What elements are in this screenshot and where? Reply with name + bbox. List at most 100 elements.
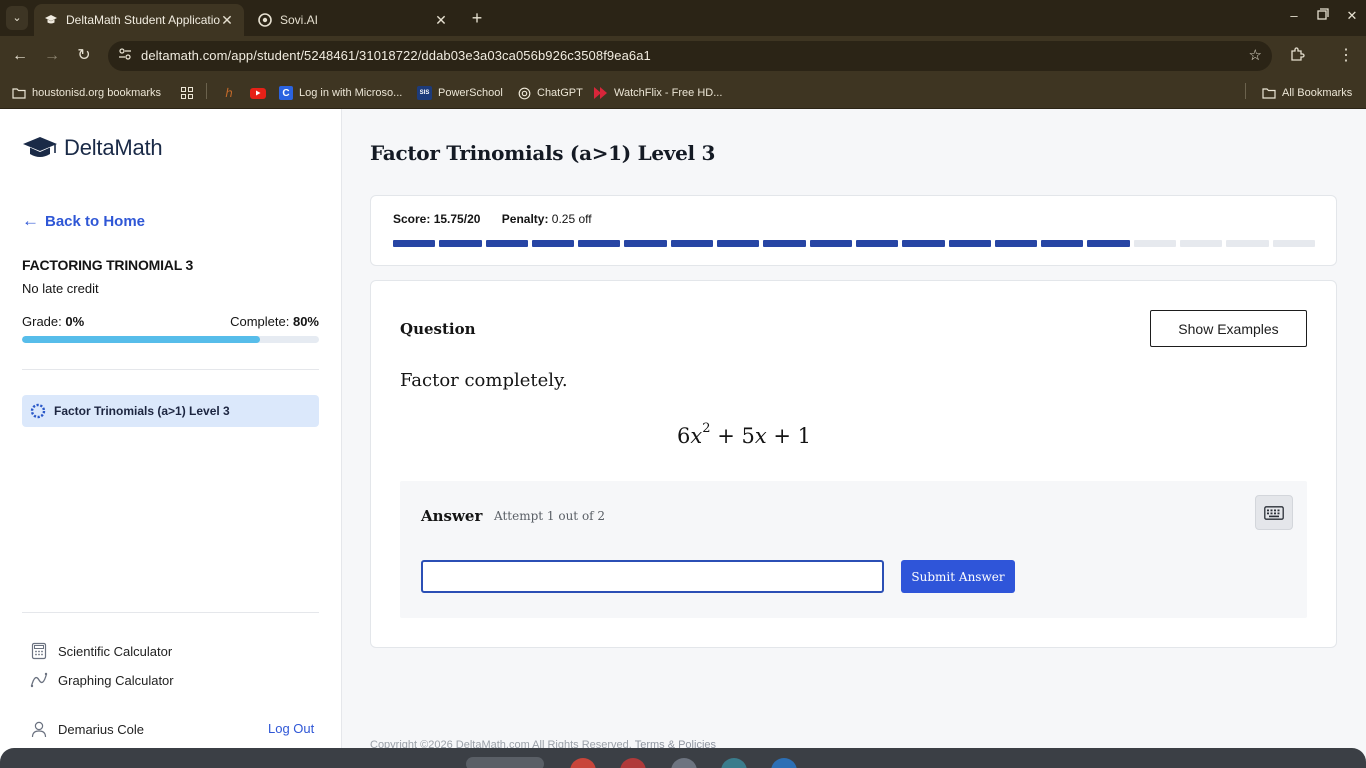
back-link-label: Back to Home	[45, 212, 146, 230]
late-credit-note: No late credit	[22, 281, 99, 296]
question-label: Question	[400, 320, 476, 338]
score-progress-segment	[855, 240, 899, 247]
extensions-icon[interactable]	[1287, 46, 1307, 66]
reload-icon[interactable]: ↻	[74, 46, 94, 66]
graduation-cap-icon	[23, 137, 57, 157]
math-expression: 6x2 + 5x + 1	[677, 421, 811, 448]
site-info-icon[interactable]	[116, 47, 134, 65]
score-progress-segment	[531, 240, 575, 247]
score-progress-segment	[1087, 240, 1130, 247]
close-tab-icon[interactable]: ✕	[434, 12, 448, 29]
close-tab-icon[interactable]: ✕	[220, 12, 234, 29]
skill-label: Factor Trinomials (a>1) Level 3	[54, 404, 230, 418]
score-progress-segment	[1272, 240, 1315, 247]
taskbar-app-icon[interactable]	[721, 758, 747, 768]
deltamath-logo[interactable]: DeltaMath	[22, 135, 163, 161]
browser-toolbar: ← → ↻ deltamath.com/app/student/5248461/…	[0, 36, 1366, 76]
bookmark-powerschool[interactable]: SIS PowerSchool	[417, 83, 503, 103]
bookmark-label: PowerSchool	[438, 87, 503, 99]
forward-arrow-icon[interactable]: →	[42, 46, 62, 66]
score-progress-segment	[670, 240, 714, 247]
score-progress-segment	[1133, 240, 1177, 247]
score-progress-segment	[485, 240, 528, 247]
browser-menu-icon[interactable]: ⋮	[1336, 46, 1356, 66]
progress-ring-icon	[30, 403, 46, 419]
score-value: 15.75/20	[433, 212, 481, 226]
answer-label: Answer	[421, 507, 483, 525]
show-examples-button[interactable]: Show Examples	[1150, 310, 1307, 347]
taskbar-app-icon[interactable]	[620, 758, 646, 768]
score-progress-segment	[1041, 240, 1084, 247]
tab-title: DeltaMath Student Application	[66, 13, 220, 27]
main-content: Factor Trinomials (a>1) Level 3 Score: 1…	[342, 109, 1366, 768]
back-to-home-link[interactable]: ← Back to Home	[22, 211, 145, 231]
bookmark-watchflix[interactable]: WatchFlix - Free HD...	[594, 83, 722, 103]
penalty-text: Penalty: 0.25 off	[501, 212, 592, 226]
score-card: Score: 15.75/20 Penalty: 0.25 off	[370, 195, 1337, 266]
graphing-calculator-link[interactable]: Graphing Calculator	[30, 671, 174, 689]
taskbar-app-icon[interactable]	[570, 758, 596, 768]
bookmark-llama[interactable]: ℎ	[222, 83, 242, 103]
tab-title: Sovi.AI	[280, 13, 319, 27]
bookmark-label: All Bookmarks	[1282, 87, 1353, 99]
grade-text: Grade: 0%	[22, 314, 85, 329]
tab-deltamath[interactable]: DeltaMath Student Application ✕	[34, 4, 244, 36]
tab-sovi[interactable]: Sovi.AI ✕	[248, 4, 458, 36]
minimize-icon[interactable]: –	[1282, 8, 1306, 23]
bookmark-separator	[1245, 83, 1246, 99]
back-arrow-icon[interactable]: ←	[10, 46, 30, 66]
powerschool-icon: SIS	[417, 86, 432, 100]
bookmark-apps[interactable]	[180, 83, 200, 103]
folder-icon	[12, 86, 26, 100]
bookmark-houstonisd[interactable]: houstonisd.org bookmarks	[12, 83, 161, 103]
submit-answer-button[interactable]: Submit Answer	[901, 560, 1015, 593]
browser-tab-strip: ⌄ DeltaMath Student Application ✕ Sovi.A…	[0, 0, 1366, 36]
llama-icon: ℎ	[225, 86, 233, 100]
answer-area: Answer Attempt 1 out of 2 Submit Answer	[400, 481, 1307, 618]
user-profile[interactable]: Demarius Cole	[30, 720, 144, 738]
tool-label: Scientific Calculator	[58, 643, 173, 659]
bookmarks-bar: houstonisd.org bookmarks ℎ C Log in with…	[0, 76, 1366, 109]
score-progress-segment	[1180, 240, 1223, 247]
chatgpt-icon	[517, 86, 531, 100]
deltamath-favicon-icon	[44, 13, 58, 27]
folder-icon	[1262, 86, 1276, 100]
bookmark-microsoft-login[interactable]: C Log in with Microso...	[279, 83, 402, 103]
bookmark-youtube[interactable]	[250, 83, 272, 103]
divider	[22, 612, 319, 613]
taskbar-search-pill[interactable]	[466, 757, 544, 768]
score-progress-segment	[393, 240, 436, 247]
logout-link[interactable]: Log Out	[268, 721, 314, 736]
answer-input[interactable]	[421, 560, 884, 593]
new-tab-icon[interactable]: +	[466, 7, 488, 29]
apps-grid-icon	[180, 86, 194, 100]
math-keyboard-button[interactable]	[1255, 495, 1293, 530]
all-bookmarks[interactable]: All Bookmarks	[1262, 83, 1352, 103]
youtube-icon	[250, 87, 266, 99]
tab-search-dropdown[interactable]: ⌄	[6, 6, 28, 30]
user-name: Demarius Cole	[58, 721, 144, 737]
question-card: Question Show Examples Factor completely…	[370, 280, 1337, 648]
clever-icon: C	[279, 86, 293, 100]
calculator-icon	[31, 642, 47, 660]
complete-text: Complete: 80%	[230, 314, 319, 329]
bookmark-star-icon[interactable]: ☆	[1249, 46, 1262, 64]
bookmark-chatgpt[interactable]: ChatGPT	[517, 83, 583, 103]
skill-item-factor-trinomials[interactable]: Factor Trinomials (a>1) Level 3	[22, 395, 319, 427]
completion-progress-bar	[22, 336, 319, 343]
divider	[22, 369, 319, 370]
question-prompt: Factor completely.	[400, 370, 568, 391]
close-window-icon[interactable]: ✕	[1340, 8, 1364, 24]
scientific-calculator-link[interactable]: Scientific Calculator	[30, 642, 172, 660]
taskbar-app-icon[interactable]	[771, 758, 797, 768]
score-progress-segment	[902, 240, 945, 247]
arrow-left-icon: ←	[22, 211, 39, 230]
brand-name: DeltaMath	[64, 135, 163, 160]
score-progress-segment	[717, 240, 760, 247]
assignment-title: FACTORING TRINOMIAL 3	[22, 257, 194, 273]
restore-icon[interactable]	[1311, 8, 1335, 23]
taskbar-app-icon[interactable]	[671, 758, 697, 768]
bookmark-label: ChatGPT	[537, 87, 583, 99]
bookmark-separator	[206, 83, 207, 99]
address-bar[interactable]: deltamath.com/app/student/5248461/310187…	[108, 41, 1272, 71]
